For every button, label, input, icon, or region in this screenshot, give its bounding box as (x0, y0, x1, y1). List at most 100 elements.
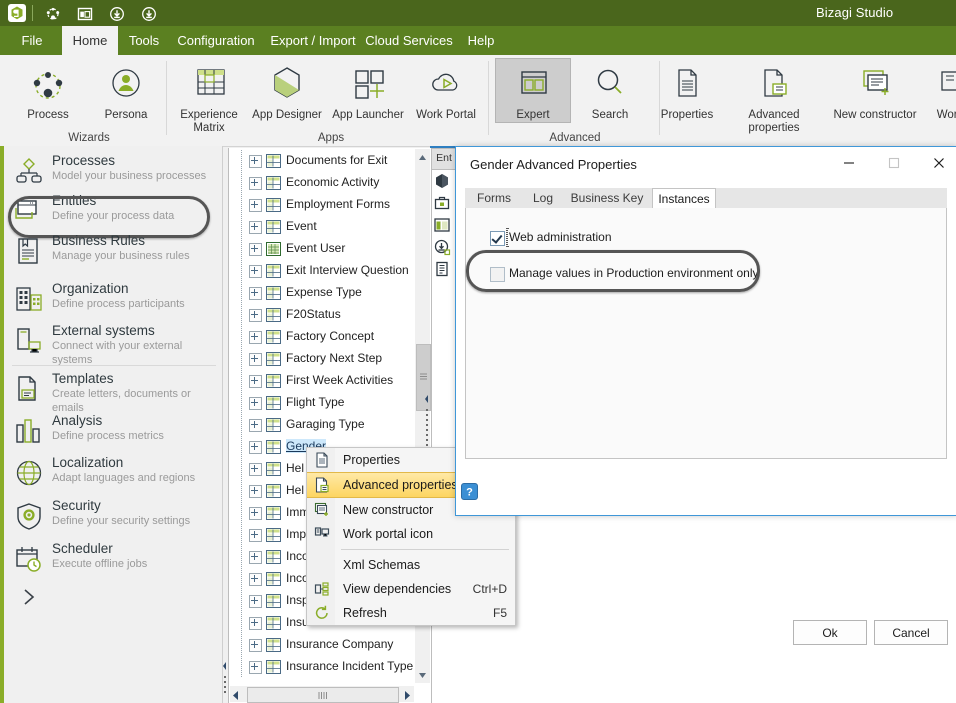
panel-splitter-left[interactable] (222, 640, 228, 700)
expand-icon[interactable] (249, 353, 262, 366)
tab-help[interactable]: Help (458, 26, 504, 55)
sidebar-item-scheduler[interactable]: Scheduler Execute offline jobs (10, 540, 218, 578)
panes-icon[interactable] (433, 216, 451, 234)
expand-icon[interactable] (249, 265, 262, 278)
list-document-icon[interactable] (433, 260, 451, 278)
tree-node[interactable]: Insurance Incident Type (229, 656, 415, 678)
ribbon-item-experience-matrix[interactable]: Experience Matrix (176, 59, 242, 135)
expand-icon[interactable] (249, 661, 262, 674)
tab-configuration[interactable]: Configuration (170, 26, 262, 55)
tree-node[interactable]: Factory Next Step (229, 348, 415, 370)
sidebar-item-external-systems[interactable]: External systems Connect with your exter… (10, 322, 218, 366)
context-menu-item-view-dependencies[interactable]: View dependencies Ctrl+D (307, 577, 515, 601)
expand-icon[interactable] (249, 243, 262, 256)
expand-icon[interactable] (249, 485, 262, 498)
expand-icon[interactable] (249, 551, 262, 564)
context-menu-item-work-portal-icon[interactable]: Work portal icon (307, 522, 515, 546)
expand-icon[interactable] (249, 177, 262, 190)
tree-node[interactable]: Factory Concept (229, 326, 415, 348)
window-layout-icon[interactable] (76, 5, 94, 23)
download-icon[interactable] (108, 5, 126, 23)
tree-node[interactable]: Exit Interview Question (229, 260, 415, 282)
tree-horizontal-scrollbar[interactable] (230, 686, 414, 703)
scroll-up-icon[interactable] (415, 149, 430, 165)
tab-export-import[interactable]: Export / Import (264, 26, 362, 55)
ribbon-item-expert[interactable]: Expert (495, 58, 571, 123)
tree-node[interactable]: Expense Type (229, 282, 415, 304)
minimize-icon[interactable] (826, 149, 871, 177)
expand-icon[interactable] (249, 397, 262, 410)
briefcase-icon[interactable] (433, 194, 451, 212)
hexagon-solid-icon[interactable] (433, 172, 451, 190)
sidebar-item-templates[interactable]: Templates Create letters, documents or e… (10, 370, 218, 414)
expand-icon[interactable] (249, 221, 262, 234)
expand-icon[interactable] (249, 595, 262, 608)
expand-icon[interactable] (249, 155, 262, 168)
tree-node[interactable]: Documents for Exit (229, 150, 415, 172)
ribbon-item-new-constructor[interactable]: New constructor (828, 59, 922, 122)
tree-node[interactable]: Event User (229, 238, 415, 260)
close-icon[interactable] (916, 149, 956, 177)
expand-icon[interactable] (249, 419, 262, 432)
tree-node[interactable]: Economic Activity (229, 172, 415, 194)
scroll-down-icon[interactable] (415, 667, 430, 683)
dialog-tab-forms[interactable]: Forms (469, 188, 519, 208)
scroll-left-icon[interactable] (232, 689, 239, 703)
process-icon[interactable] (44, 5, 62, 23)
expand-icon[interactable] (249, 309, 262, 322)
expand-icon[interactable] (249, 639, 262, 652)
tree-node[interactable]: F20Status (229, 304, 415, 326)
download-alt-icon[interactable] (140, 5, 158, 23)
tree-node[interactable]: Garaging Type (229, 414, 415, 436)
tree-node[interactable]: Event (229, 216, 415, 238)
ribbon-item-app-launcher[interactable]: App Launcher (330, 59, 406, 122)
scroll-right-icon[interactable] (404, 689, 411, 703)
expand-icon[interactable] (249, 463, 262, 476)
ribbon-item-persona[interactable]: Persona (92, 59, 160, 122)
tree-node[interactable]: Flight Type (229, 392, 415, 414)
help-question-icon[interactable]: ? (461, 483, 478, 500)
context-menu-item-refresh[interactable]: Refresh F5 (307, 601, 515, 625)
sidebar-item-processes[interactable]: Processes Model your business processes (10, 152, 218, 190)
sidebar-item-organization[interactable]: Organization Define process participants (10, 280, 218, 318)
tab-tools[interactable]: Tools (120, 26, 168, 55)
expand-icon[interactable] (249, 507, 262, 520)
tree-node[interactable]: Employment Forms (229, 194, 415, 216)
ribbon-item-app-designer[interactable]: App Designer (248, 59, 326, 122)
sidebar-item-security[interactable]: Security Define your security settings (10, 497, 218, 535)
dialog-tab-log[interactable]: Log (523, 188, 563, 208)
sidebar-item-analysis[interactable]: Analysis Define process metrics (10, 412, 218, 450)
tab-file[interactable]: File (8, 26, 56, 55)
editor-tab-entities[interactable]: Ent (431, 148, 457, 170)
ribbon-item-process[interactable]: Process (14, 59, 82, 122)
tab-cloud-services[interactable]: Cloud Services (362, 26, 456, 55)
expand-icon[interactable] (249, 375, 262, 388)
context-menu-item-xml-schemas[interactable]: Xml Schemas (307, 553, 515, 577)
manage-values-checkbox[interactable] (490, 267, 505, 282)
sidebar-item-business-rules[interactable]: Business Rules Manage your business rule… (10, 232, 218, 270)
maximize-icon[interactable] (871, 149, 916, 177)
tree-node[interactable]: First Week Activities (229, 370, 415, 392)
expand-icon[interactable] (249, 199, 262, 212)
sidebar-item-localization[interactable]: Localization Adapt languages and regions (10, 454, 218, 492)
ok-button[interactable]: Ok (793, 620, 867, 645)
ribbon-item-work-portal-icon[interactable]: Work (924, 59, 956, 122)
ribbon-item-work-portal[interactable]: Work Portal (410, 59, 482, 122)
dialog-tab-business-key[interactable]: Business Key (565, 188, 649, 208)
sidebar-item-entities[interactable]: Entities Define your process data (10, 192, 218, 230)
ribbon-item-search[interactable]: Search (578, 59, 642, 122)
ribbon-item-advanced-properties[interactable]: Advanced properties (722, 59, 826, 135)
expand-icon[interactable] (249, 287, 262, 300)
tab-home[interactable]: Home (62, 26, 118, 55)
expand-icon[interactable] (249, 441, 262, 454)
expand-icon[interactable] (249, 573, 262, 586)
tree-node[interactable]: Insurance Company (229, 634, 415, 656)
chevron-right-icon[interactable] (18, 586, 40, 608)
download-circle-icon[interactable] (433, 238, 451, 256)
expand-icon[interactable] (249, 331, 262, 344)
ribbon-item-properties[interactable]: Properties (652, 59, 722, 122)
cancel-button[interactable]: Cancel (874, 620, 948, 645)
web-administration-checkbox[interactable] (490, 231, 505, 246)
panel-splitter-right[interactable] (424, 395, 430, 455)
expand-icon[interactable] (249, 617, 262, 630)
